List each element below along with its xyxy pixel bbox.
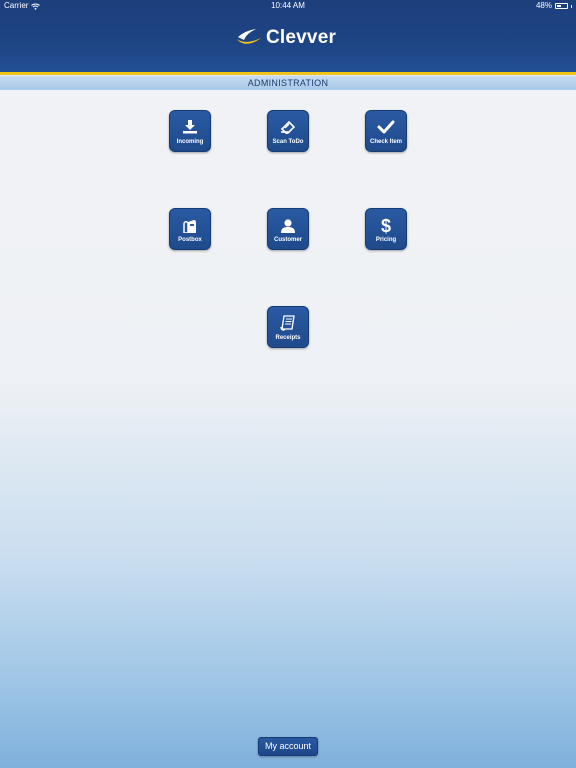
person-icon (281, 219, 295, 233)
battery-tip (571, 4, 572, 8)
brand-logo: Clevver (236, 26, 336, 50)
postbox-button[interactable]: Postbox (169, 208, 211, 250)
brand-name: Clevver (266, 27, 337, 48)
customer-label: Customer (273, 237, 302, 243)
my-account-button[interactable]: My account (258, 737, 318, 756)
section-title: ADMINISTRATION (0, 76, 576, 90)
receipt-icon (280, 315, 295, 331)
swoosh-logo-icon (237, 29, 261, 44)
check-item-label: Check Item (369, 139, 402, 145)
receipts-button[interactable]: Receipts (267, 306, 309, 348)
battery-level (557, 5, 561, 7)
status-right: 48% (536, 0, 572, 12)
dollar-icon: $ (381, 216, 391, 235)
incoming-label: Incoming (176, 139, 204, 145)
check-item-button[interactable]: Check Item (365, 110, 407, 152)
download-icon (183, 120, 197, 134)
checkmark-icon (377, 120, 395, 134)
battery-icon (555, 3, 568, 9)
postbox-label: Postbox (178, 237, 202, 243)
customer-button[interactable]: Customer (267, 208, 309, 250)
status-time: 10:44 AM (271, 1, 305, 10)
battery-percent: 48% (535, 1, 552, 10)
pricing-button[interactable]: $ Pricing (365, 208, 407, 250)
mailbox-icon (183, 220, 196, 233)
incoming-button[interactable]: Incoming (169, 110, 211, 152)
svg-text:$: $ (381, 216, 391, 235)
pricing-label: Pricing (375, 237, 397, 243)
scan-todo-label: Scan ToDo (272, 139, 304, 145)
scan-todo-button[interactable]: Scan ToDo (267, 110, 309, 152)
receipts-label: Receipts (275, 335, 301, 341)
app-header: Carrier 10:44 AM 48% Clevver (0, 0, 576, 72)
scan-icon (280, 120, 296, 134)
status-bar: Carrier 10:44 AM 48% (0, 0, 576, 12)
